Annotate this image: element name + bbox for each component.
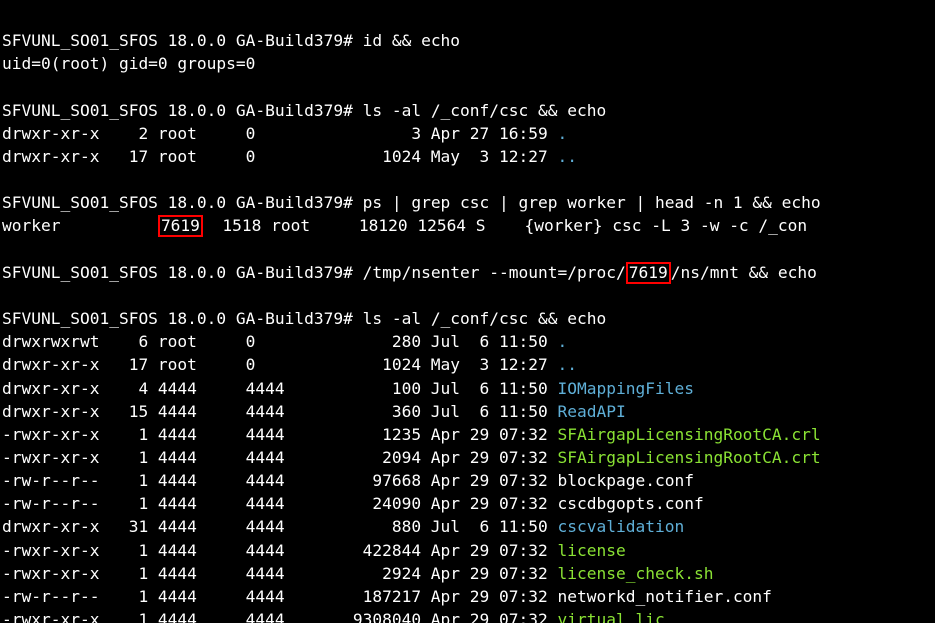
output-id: uid=0(root) gid=0 groups=0 xyxy=(2,54,255,73)
ls2-row: drwxr-xr-x 4 4444 4444 100 Jul 6 11:50 xyxy=(2,379,558,398)
filename: cscvalidation xyxy=(558,517,685,536)
filename: blockpage.conf xyxy=(558,471,694,490)
ls2-row: -rw-r--r-- 1 4444 4444 187217 Apr 29 07:… xyxy=(2,587,558,606)
filename: networkd_notifier.conf xyxy=(558,587,772,606)
terminal[interactable]: SFVUNL_SO01_SFOS 18.0.0 GA-Build379# id … xyxy=(0,0,935,623)
cmd-nsenter-pre: /tmp/nsenter --mount=/proc/ xyxy=(363,263,626,282)
ls2-row: drwxr-xr-x 15 4444 4444 360 Jul 6 11:50 xyxy=(2,402,558,421)
cmd-ls-2: ls -al /_conf/csc && echo xyxy=(363,309,607,328)
ls1-row: drwxr-xr-x 17 root 0 1024 May 3 12:27 xyxy=(2,147,558,166)
filename: SFAirgapLicensingRootCA.crt xyxy=(558,448,821,467)
ls2-row: -rw-r--r-- 1 4444 4444 97668 Apr 29 07:3… xyxy=(2,471,558,490)
filename: virtual_lic xyxy=(558,610,665,623)
prompt: SFVUNL_SO01_SFOS 18.0.0 GA-Build379# xyxy=(2,193,363,212)
prompt: SFVUNL_SO01_SFOS 18.0.0 GA-Build379# xyxy=(2,101,363,120)
dir-dotdot: .. xyxy=(558,147,578,166)
ps-post: 1518 root 18120 12564 S {worker} csc -L … xyxy=(203,216,807,235)
prompt: SFVUNL_SO01_SFOS 18.0.0 GA-Build379# xyxy=(2,263,363,282)
pid-highlight: 7619 xyxy=(626,262,671,284)
ls2-row: -rwxr-xr-x 1 4444 4444 2924 Apr 29 07:32 xyxy=(2,564,558,583)
filename: ReadAPI xyxy=(558,402,626,421)
filename: SFAirgapLicensingRootCA.crl xyxy=(558,425,821,444)
cmd-id: id && echo xyxy=(363,31,460,50)
ls2-row: -rwxr-xr-x 1 4444 4444 2094 Apr 29 07:32 xyxy=(2,448,558,467)
ls1-row: drwxr-xr-x 2 root 0 3 Apr 27 16:59 xyxy=(2,124,558,143)
dir-dot: . xyxy=(558,124,568,143)
ls2-row: -rw-r--r-- 1 4444 4444 24090 Apr 29 07:3… xyxy=(2,494,558,513)
cmd-nsenter-post: /ns/mnt && echo xyxy=(671,263,817,282)
filename: license xyxy=(558,541,626,560)
cmd-ps: ps | grep csc | grep worker | head -n 1 … xyxy=(363,193,821,212)
pid-highlight: 7619 xyxy=(158,215,203,237)
ls2-row: -rwxr-xr-x 1 4444 4444 422844 Apr 29 07:… xyxy=(2,541,558,560)
filename: license_check.sh xyxy=(558,564,714,583)
prompt: SFVUNL_SO01_SFOS 18.0.0 GA-Build379# xyxy=(2,309,363,328)
ls2-row: drwxrwxrwt 6 root 0 280 Jul 6 11:50 xyxy=(2,332,558,351)
ps-pre: worker xyxy=(2,216,158,235)
cmd-ls-1: ls -al /_conf/csc && echo xyxy=(363,101,607,120)
filename: IOMappingFiles xyxy=(558,379,694,398)
ls2-row: drwxr-xr-x 31 4444 4444 880 Jul 6 11:50 xyxy=(2,517,558,536)
ls2-row: -rwxr-xr-x 1 4444 4444 9308040 Apr 29 07… xyxy=(2,610,558,623)
filename: cscdbgopts.conf xyxy=(558,494,704,513)
ls2-row: drwxr-xr-x 17 root 0 1024 May 3 12:27 xyxy=(2,355,558,374)
filename: . xyxy=(558,332,568,351)
prompt: SFVUNL_SO01_SFOS 18.0.0 GA-Build379# xyxy=(2,31,363,50)
ls2-row: -rwxr-xr-x 1 4444 4444 1235 Apr 29 07:32 xyxy=(2,425,558,444)
filename: .. xyxy=(558,355,578,374)
